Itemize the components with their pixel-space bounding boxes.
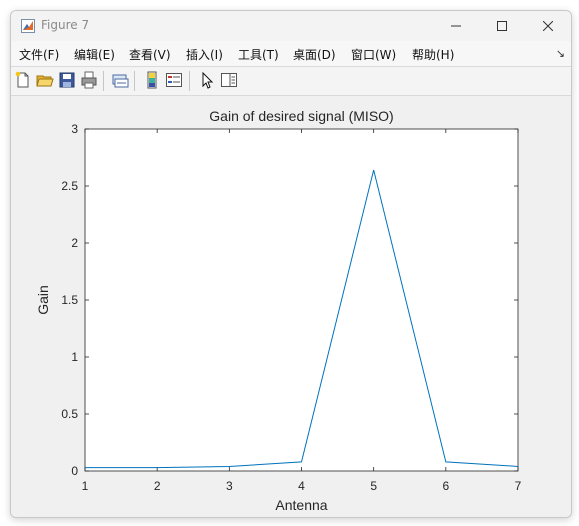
x-tick-label: 7	[515, 479, 522, 493]
edit-plot-arrow-icon[interactable]	[198, 71, 216, 89]
open-file-icon[interactable]	[36, 71, 54, 89]
x-tick-label: 4	[298, 479, 305, 493]
gain-line-chart: 1 2 3 4 5 6 7 0 0.5 1 1.5 2 2.5 3 Gain of desired si…	[35, 108, 522, 513]
y-tick-label: 1.5	[61, 293, 78, 307]
maximize-button[interactable]	[479, 11, 525, 41]
print-icon[interactable]	[80, 71, 98, 89]
figure-toolbar	[11, 66, 571, 96]
maximize-icon	[497, 21, 507, 31]
y-tick-label: 2	[71, 236, 78, 250]
menu-window[interactable]: 窗口(W)	[351, 46, 396, 63]
menu-bar: 文件(F) 编辑(E) 查看(V) 插入(I) 工具(T) 桌面(D) 窗口(W…	[11, 41, 571, 66]
x-tick-label: 1	[82, 479, 89, 493]
menu-help[interactable]: 帮助(H)	[412, 46, 454, 63]
y-tick-label: 3	[71, 122, 78, 136]
x-tick-label: 6	[442, 479, 449, 493]
menu-tools[interactable]: 工具(T)	[238, 46, 279, 63]
chart-title: Gain of desired signal (MISO)	[209, 108, 393, 124]
y-tick-label: 1	[71, 350, 78, 364]
close-button[interactable]	[525, 11, 571, 41]
menu-desktop[interactable]: 桌面(D)	[293, 46, 336, 63]
save-icon[interactable]	[58, 71, 76, 89]
menu-edit[interactable]: 编辑(E)	[74, 46, 115, 63]
window-title: Figure 7	[41, 18, 90, 32]
insert-legend-icon[interactable]	[165, 71, 183, 89]
toolbar-separator	[103, 71, 104, 91]
minimize-button[interactable]	[433, 11, 479, 41]
dock-arrow-icon[interactable]: ↘	[556, 47, 565, 60]
close-icon	[543, 21, 553, 31]
y-tick-label: 0	[71, 464, 78, 478]
x-tick-label: 5	[370, 479, 377, 493]
property-inspector-icon[interactable]	[220, 71, 238, 89]
minimize-icon	[451, 25, 461, 27]
link-plot-icon[interactable]	[111, 71, 129, 89]
y-tick-label: 0.5	[61, 407, 78, 421]
menu-insert[interactable]: 插入(I)	[186, 46, 223, 63]
toolbar-separator	[134, 71, 135, 91]
x-axis-label: Antenna	[275, 497, 327, 513]
figure-window: Figure 7 文件(F) 编辑(E) 查看(V) 插入(I) 工具(T) 桌…	[10, 10, 572, 518]
title-bar[interactable]: Figure 7	[11, 11, 571, 41]
x-tick-label: 3	[226, 479, 233, 493]
insert-colorbar-icon[interactable]	[143, 71, 161, 89]
y-axis-label: Gain	[35, 285, 51, 315]
menu-file[interactable]: 文件(F)	[19, 46, 59, 63]
toolbar-separator	[189, 71, 190, 91]
matlab-logo-icon	[21, 19, 35, 33]
y-tick-label: 2.5	[61, 179, 78, 193]
figure-canvas[interactable]: 1 2 3 4 5 6 7 0 0.5 1 1.5 2 2.5 3 Gain of desired si…	[11, 96, 571, 517]
plot-area[interactable]	[84, 128, 519, 472]
new-figure-icon[interactable]	[14, 71, 32, 89]
menu-view[interactable]: 查看(V)	[129, 46, 171, 63]
x-tick-label: 2	[154, 479, 161, 493]
